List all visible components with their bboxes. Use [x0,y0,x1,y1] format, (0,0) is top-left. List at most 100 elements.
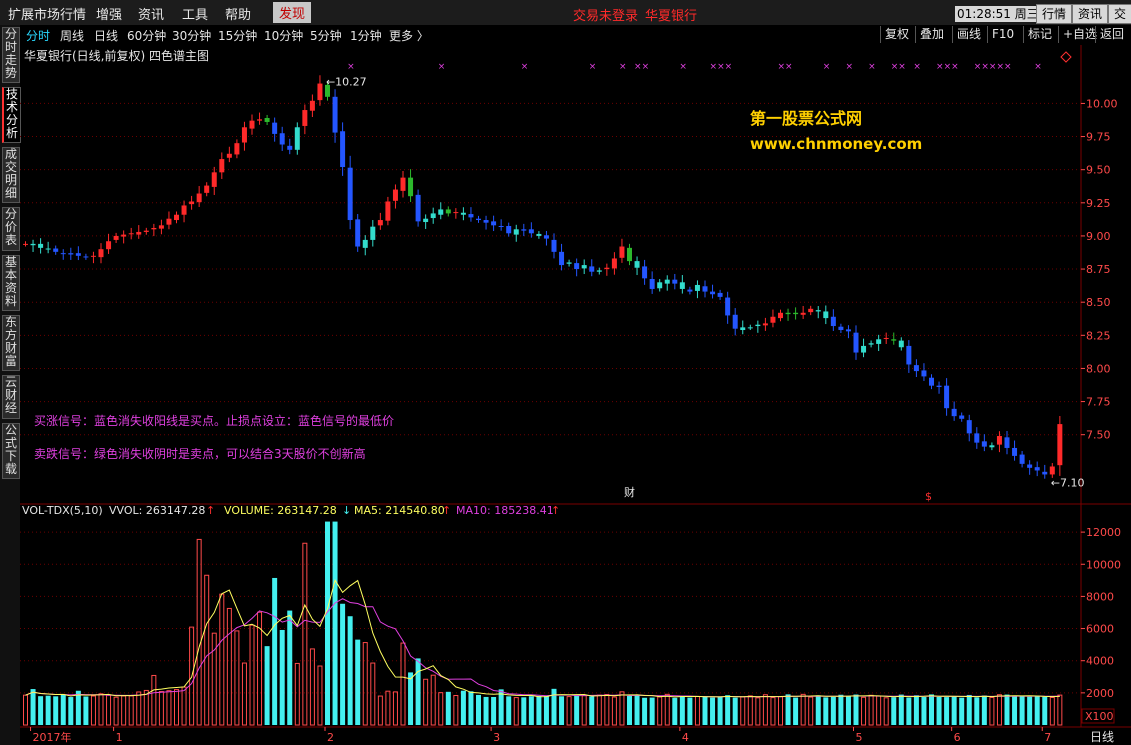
signal-x-markers: × × × × × × × × × × × × × × × × × × × × × × × × × × × × [347,62,1042,72]
volume-bar [121,695,127,726]
info-button[interactable]: 资讯 [1072,4,1109,24]
tab-eastmoney[interactable]: 东方财富 [2,315,20,371]
volume-bar [785,694,791,725]
volume-bar [45,695,51,725]
volume-bar [1049,696,1055,726]
volume-bar [725,695,731,725]
trade-login-status[interactable]: 交易未登录 [573,5,638,24]
candle-body [996,436,1002,445]
tf-5min[interactable]: 5分钟 [310,27,342,44]
candle-body [1034,467,1040,471]
tf-15min[interactable]: 15分钟 [218,27,257,44]
candle-body [174,214,179,221]
candle-body [574,263,580,270]
menu-tools[interactable]: 工具 [182,4,208,23]
tab-trade-details[interactable]: 成交明细 [2,147,20,203]
candle-body [219,159,225,173]
adjust-button[interactable]: 复权 [880,26,913,43]
mark-button[interactable]: 标记 [1023,26,1056,43]
candle-body [694,284,700,291]
volume-bar [241,662,247,726]
settings-icon[interactable] [1060,51,1072,63]
volume-bar [883,697,889,726]
candle-body [815,310,821,312]
candle-body [966,420,972,434]
vvol-arrow-icon: ↑ [206,504,215,517]
vvol-value: VVOL: 263147.28 [109,504,205,517]
menu-discover[interactable]: 发现 [273,2,312,23]
volume-bar [989,696,995,726]
volume-bar [136,691,142,726]
candle-body [936,385,942,387]
back-button[interactable]: 返回 [1095,26,1128,43]
menu-enhance[interactable]: 增强 [96,4,122,23]
candle-body [679,282,685,289]
dividend-marker[interactable]: $ [925,490,932,503]
price-tick-label: 8.75 [1086,263,1111,276]
tf-10min[interactable]: 10分钟 [264,27,303,44]
f10-button[interactable]: F10 [987,26,1018,43]
quote-button[interactable]: 行情 [1036,4,1073,24]
volume-bar [717,696,723,725]
volume-bar [279,629,285,725]
tab-technical-analysis[interactable]: 技术分析 [2,87,21,143]
candle-body [211,172,217,187]
volume-bar [755,697,761,726]
candle-body [536,233,542,236]
tf-intraday[interactable]: 分时 [26,27,50,44]
candle-body [287,145,293,150]
candle-body [543,235,549,239]
draw-button[interactable]: 画线 [952,26,985,43]
volume-bar [536,695,542,725]
menu-help[interactable]: 帮助 [225,4,251,23]
volume-bar [891,697,897,725]
volume-bar [438,692,444,726]
menu-extended-market[interactable]: 扩展市场行情 [8,4,86,23]
date-tick-label: 7 [1044,731,1051,744]
tab-basic-info[interactable]: 基本资料 [2,255,20,311]
tf-more[interactable]: 更多 〉 [389,27,429,44]
tab-formula-download[interactable]: 公式下载 [2,423,20,479]
tab-cloud-finance[interactable]: 云财经 [2,375,20,419]
chart-canvas[interactable]: × × × × × × × × × × × × × × × × × × × × × × × × × × × × 10.009.759.… [20,45,1131,745]
period-label[interactable]: 日线 [1090,730,1114,744]
price-tick-label: 9.50 [1086,164,1111,177]
volume-bar [1034,695,1040,725]
candle-body [649,279,655,289]
volume-bar [876,695,882,726]
volume-bar [445,691,451,725]
volume-grid [20,531,1081,694]
volume-y-axis: 12000 10000 8000 6000 4000 2000 [1081,526,1121,700]
tf-1min[interactable]: 1分钟 [350,27,382,44]
volume-tick-label: 8000 [1086,590,1114,603]
price-tick-label: 7.50 [1086,429,1111,442]
candle-body [113,235,119,240]
trade-button[interactable]: 交易 [1108,4,1131,39]
candle-body [845,329,851,332]
candle-body [423,218,429,223]
tf-weekly[interactable]: 周线 [60,27,84,44]
candle-body [876,339,882,344]
volume-bar [657,696,663,726]
tab-intraday[interactable]: 分时走势 [2,27,20,83]
volume-bar [340,603,346,725]
tf-30min[interactable]: 30分钟 [172,27,211,44]
candle-body [355,219,361,247]
overlay-button[interactable]: 叠加 [915,26,948,43]
candle-body [702,286,708,292]
candle-body [778,312,783,319]
signal-x-marker: × [868,62,876,72]
tf-daily[interactable]: 日线 [94,27,118,44]
tf-60min[interactable]: 60分钟 [127,27,166,44]
candle-body [762,323,768,326]
finance-marker[interactable]: 财 [624,485,635,499]
volume-bar [694,695,700,726]
menu-news[interactable]: 资讯 [138,4,164,23]
signal-x-marker: × [619,62,627,72]
volume-bar [845,696,851,725]
tab-price-table[interactable]: 分价表 [2,207,20,251]
volume-bar [778,696,783,726]
volume-bar [921,697,927,725]
volume-bar [581,695,587,726]
volume-bar [385,690,391,726]
